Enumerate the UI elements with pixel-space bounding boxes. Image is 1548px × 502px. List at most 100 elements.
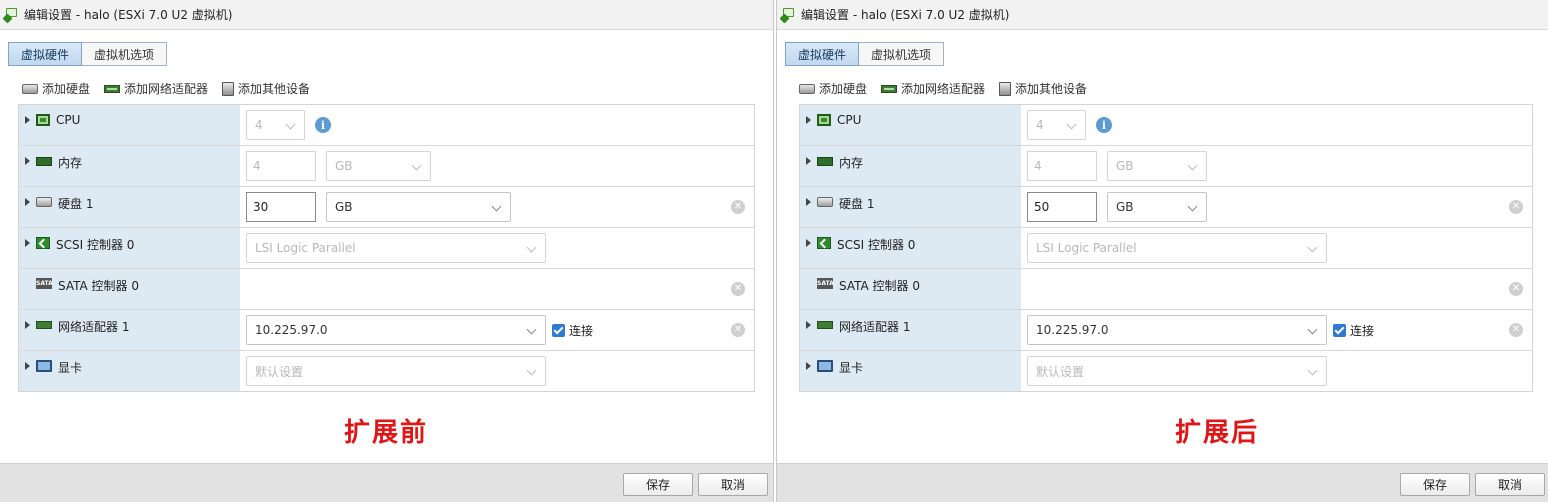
disk-size-input[interactable]: 30 <box>246 192 316 222</box>
before-caption: 扩展前 <box>344 418 429 448</box>
dialog-titlebar: 编辑设置 - halo (ESXi 7.0 U2 虚拟机) <box>777 0 1548 30</box>
memory-size-input[interactable]: 4 <box>246 151 316 181</box>
scsi-controller-icon <box>817 237 831 249</box>
save-button[interactable]: 保存 <box>623 473 693 496</box>
cpu-icon <box>817 114 831 126</box>
network-select[interactable]: 10.225.97.0 <box>1027 315 1327 345</box>
dialog-footer: 保存 取消 <box>0 463 773 502</box>
hard-disk-icon <box>799 83 815 94</box>
edit-vm-icon <box>2 7 18 23</box>
hardware-row-cpu: CPU 4 i <box>800 105 1532 146</box>
connect-checkbox[interactable] <box>1333 323 1346 337</box>
hardware-row-nic: 网络适配器 1 10.225.97.0 连接 ✕ <box>800 310 1532 351</box>
expand-caret-icon[interactable] <box>25 321 30 329</box>
hard-disk-icon <box>22 83 38 94</box>
memory-size-input[interactable]: 4 <box>1027 151 1097 181</box>
dialog-titlebar: 编辑设置 - halo (ESXi 7.0 U2 虚拟机) <box>0 0 773 30</box>
remove-icon[interactable]: ✕ <box>1509 282 1523 296</box>
hard-disk-icon <box>36 197 52 207</box>
scsi-controller-icon <box>36 237 50 249</box>
chevron-down-icon <box>526 242 537 253</box>
remove-icon[interactable]: ✕ <box>1509 200 1523 214</box>
chevron-down-icon <box>491 201 502 212</box>
edit-settings-dialog-before: 编辑设置 - halo (ESXi 7.0 U2 虚拟机) 虚拟硬件 虚拟机选项… <box>0 0 774 502</box>
add-disk-button[interactable]: 添加硬盘 <box>22 80 90 97</box>
expand-caret-icon[interactable] <box>806 198 811 206</box>
memory-unit-select[interactable]: GB <box>1107 151 1207 181</box>
device-icon <box>999 81 1012 96</box>
expand-caret-icon[interactable] <box>806 321 811 329</box>
hardware-row-sata: SATA SATA 控制器 0 ✕ <box>800 269 1532 310</box>
memory-unit-select[interactable]: GB <box>326 151 431 181</box>
save-button[interactable]: 保存 <box>1400 473 1470 496</box>
remove-icon[interactable]: ✕ <box>731 282 745 296</box>
expand-caret-icon[interactable] <box>806 116 811 124</box>
network-select[interactable]: 10.225.97.0 <box>246 315 546 345</box>
network-card-icon <box>817 321 833 329</box>
add-network-adapter-button[interactable]: 添加网络适配器 <box>104 80 208 97</box>
video-settings-select[interactable]: 默认设置 <box>246 356 546 386</box>
expand-caret-icon[interactable] <box>806 362 811 370</box>
edit-vm-icon <box>779 7 795 23</box>
add-disk-button[interactable]: 添加硬盘 <box>799 80 867 97</box>
chevron-down-icon <box>411 160 422 171</box>
add-network-adapter-button[interactable]: 添加网络适配器 <box>881 80 985 97</box>
connect-label: 连接 <box>569 323 594 338</box>
cancel-button[interactable]: 取消 <box>1475 473 1545 496</box>
cancel-button[interactable]: 取消 <box>698 473 768 496</box>
expand-caret-icon[interactable] <box>25 239 30 247</box>
expand-caret-icon[interactable] <box>25 116 30 124</box>
hardware-row-disk: 硬盘 1 30 GB ✕ <box>19 187 754 228</box>
dialog-title: 编辑设置 - halo (ESXi 7.0 U2 虚拟机) <box>24 8 233 22</box>
hardware-toolbar: 添加硬盘 添加网络适配器 添加其他设备 <box>22 80 310 97</box>
info-icon[interactable]: i <box>315 117 331 133</box>
add-other-device-button[interactable]: 添加其他设备 <box>222 80 310 97</box>
hardware-row-video: 显卡 默认设置 <box>19 351 754 391</box>
sata-controller-icon: SATA <box>817 278 834 289</box>
chevron-down-icon <box>1307 324 1318 335</box>
tab-virtual-hardware[interactable]: 虚拟硬件 <box>785 42 860 66</box>
video-settings-select[interactable]: 默认设置 <box>1027 356 1327 386</box>
sata-controller-icon: SATA <box>36 278 53 289</box>
hardware-row-disk: 硬盘 1 50 GB ✕ <box>800 187 1532 228</box>
expand-caret-icon[interactable] <box>25 362 30 370</box>
cpu-icon <box>36 114 50 126</box>
tab-vm-options[interactable]: 虚拟机选项 <box>859 42 945 66</box>
tab-vm-options[interactable]: 虚拟机选项 <box>82 42 168 66</box>
hardware-row-memory: 内存 4 GB <box>800 146 1532 187</box>
monitor-icon <box>817 360 833 372</box>
disk-unit-select[interactable]: GB <box>1107 192 1207 222</box>
chevron-down-icon <box>1307 365 1318 376</box>
edit-settings-dialog-after: 编辑设置 - halo (ESXi 7.0 U2 虚拟机) 虚拟硬件 虚拟机选项… <box>776 0 1548 502</box>
remove-icon[interactable]: ✕ <box>1509 323 1523 337</box>
hard-disk-icon <box>817 197 833 207</box>
connect-label: 连接 <box>1350 323 1375 338</box>
tab-virtual-hardware[interactable]: 虚拟硬件 <box>8 42 83 66</box>
monitor-icon <box>36 360 52 372</box>
chevron-down-icon <box>285 119 296 130</box>
chevron-down-icon <box>1066 119 1077 130</box>
connect-checkbox[interactable] <box>552 323 565 337</box>
cpu-count-select[interactable]: 4 <box>1027 110 1086 140</box>
chevron-down-icon <box>526 324 537 335</box>
hardware-list: CPU 4 i 内存 4 GB 硬盘 1 <box>799 104 1533 392</box>
expand-caret-icon[interactable] <box>25 198 30 206</box>
expand-caret-icon[interactable] <box>25 157 30 165</box>
scsi-type-select[interactable]: LSI Logic Parallel <box>246 233 546 263</box>
expand-caret-icon[interactable] <box>806 157 811 165</box>
add-other-device-button[interactable]: 添加其他设备 <box>999 80 1087 97</box>
cpu-count-select[interactable]: 4 <box>246 110 305 140</box>
hardware-row-cpu: CPU 4 i <box>19 105 754 146</box>
network-card-icon <box>104 84 121 93</box>
remove-icon[interactable]: ✕ <box>731 200 745 214</box>
disk-size-input[interactable]: 50 <box>1027 192 1097 222</box>
hardware-row-video: 显卡 默认设置 <box>800 351 1532 391</box>
info-icon[interactable]: i <box>1096 117 1112 133</box>
dialog-title: 编辑设置 - halo (ESXi 7.0 U2 虚拟机) <box>801 8 1010 22</box>
disk-unit-select[interactable]: GB <box>326 192 511 222</box>
hardware-row-nic: 网络适配器 1 10.225.97.0 连接 ✕ <box>19 310 754 351</box>
scsi-type-select[interactable]: LSI Logic Parallel <box>1027 233 1327 263</box>
hardware-row-scsi: SCSI 控制器 0 LSI Logic Parallel <box>19 228 754 269</box>
expand-caret-icon[interactable] <box>806 239 811 247</box>
remove-icon[interactable]: ✕ <box>731 323 745 337</box>
